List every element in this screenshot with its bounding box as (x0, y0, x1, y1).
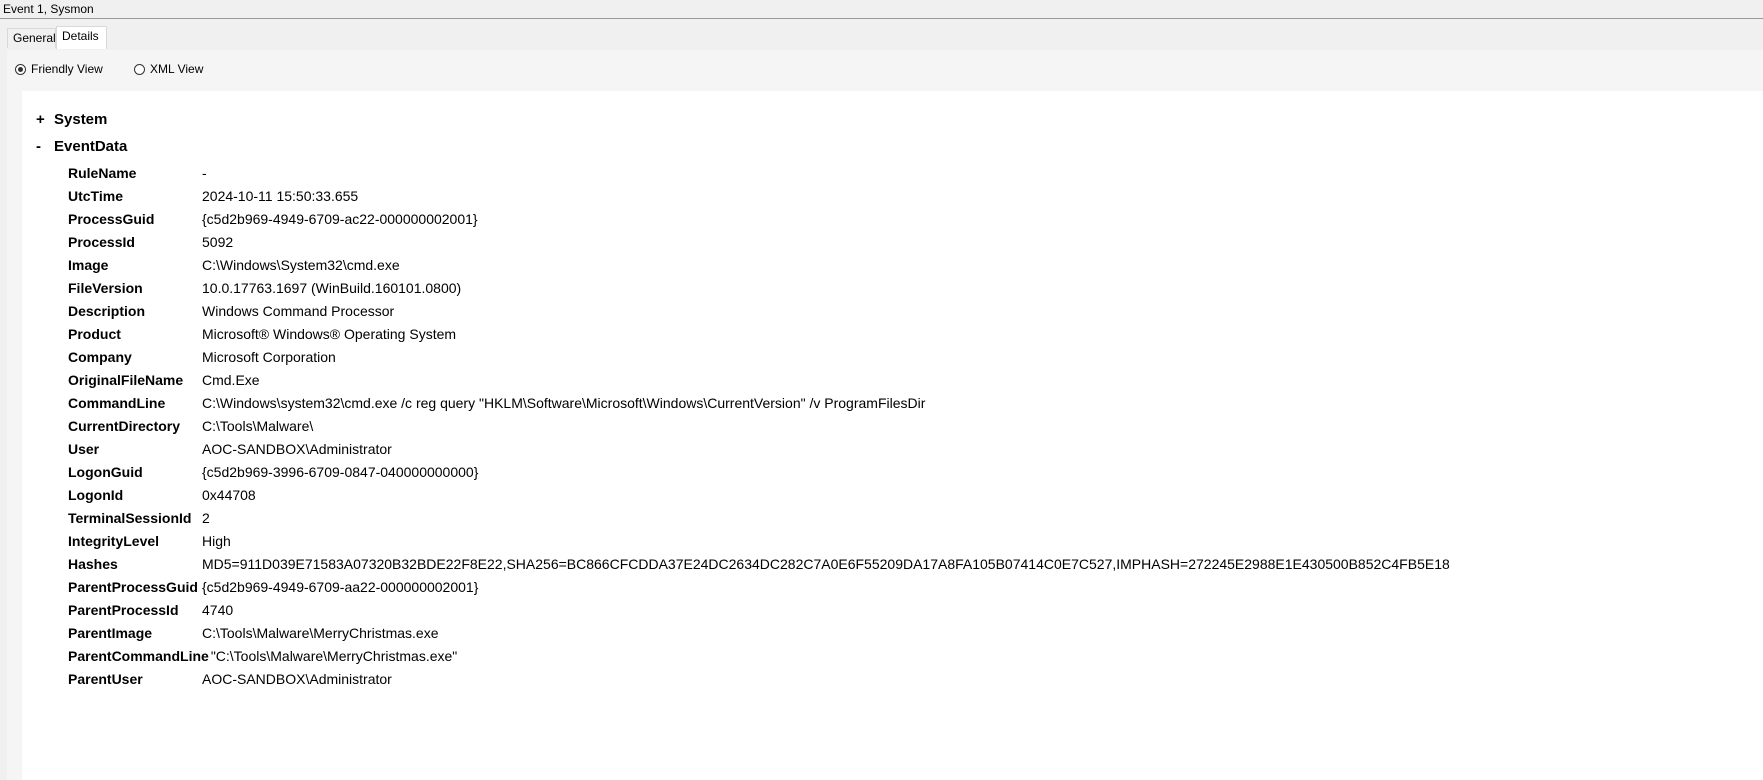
friendly-view-radio[interactable]: Friendly View (15, 62, 103, 76)
field-value[interactable]: {c5d2b969-4949-6709-aa22-000000002001} (202, 576, 478, 599)
field-value[interactable]: 2 (202, 507, 210, 530)
table-row: OriginalFileName Cmd.Exe (68, 369, 1450, 392)
table-row: Image C:\Windows\System32\cmd.exe (68, 254, 1450, 277)
table-row: Company Microsoft Corporation (68, 346, 1450, 369)
view-options: Friendly View XML View (7, 50, 1763, 91)
table-row: FileVersion 10.0.17763.1697 (WinBuild.160… (68, 277, 1450, 300)
field-name: ParentUser (68, 671, 143, 687)
field-value[interactable]: 10.0.17763.1697 (WinBuild.160101.0800) (202, 277, 461, 300)
left-gutter (7, 91, 22, 780)
field-value[interactable]: C:\Tools\Malware\MerryChristmas.exe (202, 622, 439, 645)
field-value[interactable]: "C:\Tools\Malware\MerryChristmas.exe" (211, 645, 457, 668)
table-row: ProcessId 5092 (68, 231, 1450, 254)
table-row: IntegrityLevel High (68, 530, 1450, 553)
eventdata-table: RuleName - UtcTime 2024-10-11 15:50:33.655 P… (68, 162, 1450, 691)
field-name: LogonGuid (68, 464, 143, 480)
collapse-icon[interactable]: - (36, 138, 54, 156)
xml-view-label: XML View (150, 62, 204, 76)
field-value[interactable]: Cmd.Exe (202, 369, 260, 392)
field-name: OriginalFileName (68, 372, 184, 388)
field-name: Company (68, 349, 132, 365)
field-name: Description (68, 303, 146, 319)
table-row: LogonId 0x44708 (68, 484, 1450, 507)
table-row: Hashes MD5=911D039E71583A07320B32BDE22F8E… (68, 553, 1450, 576)
field-value[interactable]: Microsoft Corporation (202, 346, 336, 369)
table-row: LogonGuid {c5d2b969-3996-6709-0847-040000… (68, 461, 1450, 484)
table-row: ParentProcessId 4740 (68, 599, 1450, 622)
table-row: Description Windows Command Processor (68, 300, 1450, 323)
field-name: ProcessGuid (68, 211, 155, 227)
table-row: ParentCommandLine "C:\Tools\Malware\Merry… (68, 645, 1450, 668)
friendly-view-label: Friendly View (31, 62, 103, 76)
tab-details[interactable]: Details (56, 26, 107, 49)
radio-selected-icon[interactable] (15, 63, 26, 75)
table-row: CurrentDirectory C:\Tools\Malware\ (68, 415, 1450, 438)
table-row: User AOC-SANDBOX\Administrator (68, 438, 1450, 461)
table-row: ProcessGuid {c5d2b969-4949-6709-ac22-0000… (68, 208, 1450, 231)
field-name: Image (68, 257, 109, 273)
field-value[interactable]: C:\Windows\system32\cmd.exe /c reg query… (202, 392, 925, 415)
xml-view-radio[interactable]: XML View (134, 62, 203, 76)
tab-strip: General Details (0, 19, 1763, 69)
tree-node-label: EventData (54, 138, 128, 155)
field-value[interactable]: {c5d2b969-4949-6709-ac22-000000002001} (202, 208, 478, 231)
field-value[interactable]: 2024-10-11 15:50:33.655 (202, 185, 358, 208)
field-value[interactable]: Windows Command Processor (202, 300, 394, 323)
field-value[interactable]: C:\Windows\System32\cmd.exe (202, 254, 400, 277)
field-value[interactable]: - (202, 162, 207, 185)
field-name: ParentImage (68, 625, 153, 641)
title-bar: Event 1, Sysmon (0, 0, 1763, 19)
field-value[interactable]: 5092 (202, 231, 233, 254)
field-value[interactable]: AOC-SANDBOX\Administrator (202, 438, 392, 461)
table-row: Product Microsoft® Windows® Operating Sys… (68, 323, 1450, 346)
field-name: ParentProcessId (68, 602, 179, 618)
table-row: CommandLine C:\Windows\system32\cmd.exe /… (68, 392, 1450, 415)
window-title: Event 1, Sysmon (3, 2, 94, 16)
field-value[interactable]: AOC-SANDBOX\Administrator (202, 668, 392, 691)
field-name: ParentCommandLine (68, 648, 209, 664)
field-value[interactable]: 4740 (202, 599, 233, 622)
field-name: RuleName (68, 165, 137, 181)
field-name: ProcessId (68, 234, 135, 250)
tree-node-label: System (54, 111, 108, 128)
field-name: TerminalSessionId (68, 510, 192, 526)
field-value[interactable]: {c5d2b969-3996-6709-0847-040000000000} (202, 461, 478, 484)
field-value[interactable]: MD5=911D039E71583A07320B32BDE22F8E22,SHA… (202, 553, 1450, 576)
tree-node-eventdata[interactable]: - EventData (36, 138, 127, 156)
details-pane: + System - EventData RuleName - UtcTime 2024-… (22, 91, 1763, 780)
field-name: Product (68, 326, 121, 342)
table-row: TerminalSessionId 2 (68, 507, 1450, 530)
field-name: Hashes (68, 556, 118, 572)
expand-icon[interactable]: + (36, 111, 54, 129)
field-value[interactable]: High (202, 530, 231, 553)
field-name: FileVersion (68, 280, 143, 296)
field-value[interactable]: C:\Tools\Malware\ (202, 415, 313, 438)
table-row: RuleName - (68, 162, 1450, 185)
tree-node-system[interactable]: + System (36, 111, 107, 129)
table-row: ParentUser AOC-SANDBOX\Administrator (68, 668, 1450, 691)
field-value[interactable]: Microsoft® Windows® Operating System (202, 323, 456, 346)
field-name: CurrentDirectory (68, 418, 181, 434)
field-name: ParentProcessGuid (68, 579, 198, 595)
field-name: CommandLine (68, 395, 166, 411)
field-name: LogonId (68, 487, 124, 503)
field-name: IntegrityLevel (68, 533, 160, 549)
radio-unselected-icon[interactable] (134, 63, 145, 75)
field-value[interactable]: 0x44708 (202, 484, 256, 507)
table-row: ParentProcessGuid {c5d2b969-4949-6709-aa2… (68, 576, 1450, 599)
table-row: ParentImage C:\Tools\Malware\MerryChristm… (68, 622, 1450, 645)
field-name: User (68, 441, 100, 457)
field-name: UtcTime (68, 188, 123, 204)
tab-general[interactable]: General (7, 28, 56, 48)
table-row: UtcTime 2024-10-11 15:50:33.655 (68, 185, 1450, 208)
